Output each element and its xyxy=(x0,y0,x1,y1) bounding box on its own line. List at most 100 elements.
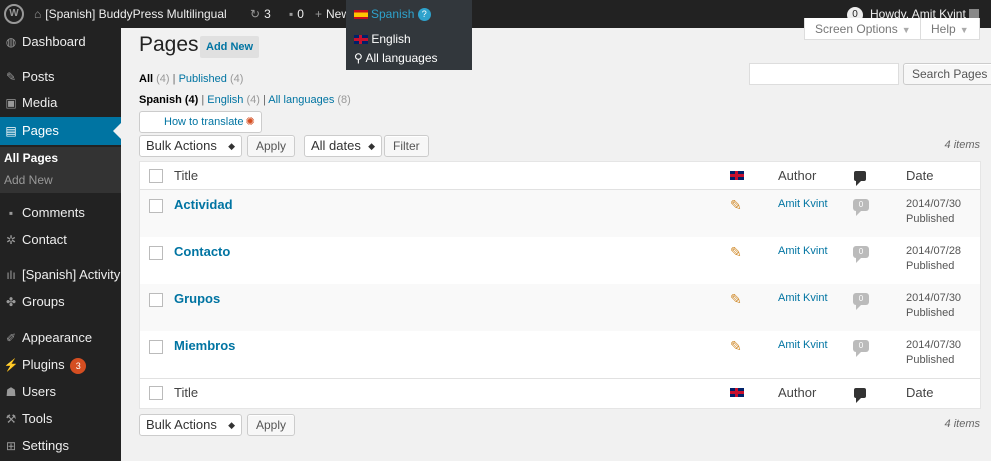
date-cell: 2014/07/30 Published xyxy=(906,339,962,366)
page-title-link[interactable]: Contacto xyxy=(174,244,230,259)
pencil-edit-icon[interactable]: ✎ xyxy=(730,291,742,308)
sidebar-item-media[interactable]: ▣ Media xyxy=(0,90,121,116)
status-filter-links: All (4) | Published (4) xyxy=(139,73,244,85)
pin-icon: ✎ xyxy=(5,70,17,84)
home-icon: ⌂ xyxy=(34,7,42,21)
select-arrows-icon: ◆ xyxy=(368,141,375,151)
date-cell: 2014/07/30 Published xyxy=(906,292,962,319)
sidebar-item-plugins[interactable]: ⚡ Plugins 3 xyxy=(0,352,121,378)
pencil-edit-icon[interactable]: ✎ xyxy=(730,244,742,261)
how-to-translate-button[interactable]: How to translate ✺ xyxy=(139,111,262,133)
language-option-all[interactable]: ⚲ All languages xyxy=(354,49,464,68)
select-arrows-icon: ◆ xyxy=(228,420,235,430)
sidebar-item-users[interactable]: ☗ Users xyxy=(0,379,121,405)
new-content-link[interactable]: + New xyxy=(315,0,350,28)
comment-count-bubble[interactable]: 0 xyxy=(853,293,869,310)
comment-count-bubble[interactable]: 0 xyxy=(853,199,869,216)
author-link[interactable]: Amit Kvint xyxy=(778,245,828,257)
filter-all[interactable]: All xyxy=(139,73,153,85)
apply-button-bottom[interactable]: Apply xyxy=(247,414,296,436)
tools-icon: ⚒ xyxy=(5,412,17,426)
sidebar-item-pages[interactable]: ▤ Pages xyxy=(0,117,121,145)
help-tab[interactable]: Help ▼ xyxy=(920,18,980,40)
add-new-button[interactable]: Add New xyxy=(200,36,260,58)
submenu-add-new[interactable]: Add New xyxy=(0,169,121,191)
author-link[interactable]: Amit Kvint xyxy=(778,198,828,210)
updates-link[interactable]: ↻ 3 xyxy=(250,0,271,28)
row-checkbox[interactable] xyxy=(149,199,163,213)
sidebar-item-dashboard[interactable]: ◍ Dashboard xyxy=(0,29,121,55)
author-link[interactable]: Amit Kvint xyxy=(778,292,828,304)
column-date[interactable]: Date xyxy=(906,168,933,183)
comment-count-bubble[interactable]: 0 xyxy=(853,246,869,263)
comment-count-bubble[interactable]: 0 xyxy=(853,340,869,357)
media-icon: ▣ xyxy=(5,96,17,110)
language-option-english[interactable]: English xyxy=(354,30,464,49)
table-row: Miembros ✎ Amit Kvint 0 2014/07/30 Publis… xyxy=(140,331,980,378)
search-pages-button[interactable]: Search Pages xyxy=(903,63,991,85)
lang-filter-all[interactable]: All languages xyxy=(268,94,334,106)
pencil-edit-icon[interactable]: ✎ xyxy=(730,338,742,355)
language-column-flag xyxy=(730,167,744,182)
table-row: Actividad ✎ Amit Kvint 0 2014/07/30 Publi… xyxy=(140,190,980,237)
page-title-link[interactable]: Actividad xyxy=(174,197,233,212)
column-author: Author xyxy=(778,168,817,183)
column-title[interactable]: Title xyxy=(174,385,198,400)
comment-icon[interactable] xyxy=(854,171,870,186)
sidebar-item-activity[interactable]: ılı [Spanish] Activity xyxy=(0,262,121,288)
sidebar-item-comments[interactable]: ▪ Comments xyxy=(0,200,121,226)
comment-icon: ▪ xyxy=(8,206,14,220)
pages-submenu: All Pages Add New xyxy=(0,147,121,193)
apply-button[interactable]: Apply xyxy=(247,135,296,157)
page-title-link[interactable]: Grupos xyxy=(174,291,220,306)
contact-icon: ✲ xyxy=(5,233,17,247)
pencil-edit-icon[interactable]: ✎ xyxy=(730,197,742,214)
select-all-checkbox[interactable] xyxy=(149,169,163,183)
dates-select[interactable]: All dates ◆ xyxy=(304,135,382,157)
plugins-update-badge: 3 xyxy=(70,357,87,374)
comment-icon[interactable] xyxy=(854,388,870,403)
spanish-flag-icon xyxy=(354,10,368,20)
table-row: Grupos ✎ Amit Kvint 0 2014/07/30 Publishe… xyxy=(140,284,980,331)
author-link[interactable]: Amit Kvint xyxy=(778,339,828,351)
language-column-flag xyxy=(730,384,744,399)
row-checkbox[interactable] xyxy=(149,246,163,260)
bulk-actions-select-bottom[interactable]: Bulk Actions ◆ xyxy=(139,414,242,436)
updates-icon: ↻ xyxy=(250,7,261,21)
language-dropdown: English ⚲ All languages xyxy=(346,28,472,70)
bulk-actions-select[interactable]: Bulk Actions ◆ xyxy=(139,135,242,157)
sidebar-item-appearance[interactable]: ✐ Appearance xyxy=(0,325,121,351)
sidebar-item-groups[interactable]: ✤ Groups xyxy=(0,289,121,315)
submenu-all-pages[interactable]: All Pages xyxy=(0,147,121,169)
sidebar-item-tools[interactable]: ⚒ Tools xyxy=(0,406,121,432)
lang-filter-spanish[interactable]: Spanish xyxy=(139,94,182,106)
groups-icon: ✤ xyxy=(5,295,17,309)
plus-icon: + xyxy=(315,7,323,21)
filter-published[interactable]: Published xyxy=(179,73,227,85)
language-switcher[interactable]: Spanish ? xyxy=(346,0,472,28)
sidebar-item-settings[interactable]: ⊞ Settings xyxy=(0,433,121,459)
select-arrows-icon: ◆ xyxy=(228,141,235,151)
row-checkbox[interactable] xyxy=(149,340,163,354)
filter-button[interactable]: Filter xyxy=(384,135,429,157)
pages-table: Title Author Date Actividad ✎ Amit Kvint… xyxy=(139,161,981,409)
column-date[interactable]: Date xyxy=(906,385,933,400)
sidebar-item-contact[interactable]: ✲ Contact xyxy=(0,227,121,253)
page-title-link[interactable]: Miembros xyxy=(174,338,235,353)
sidebar-item-posts[interactable]: ✎ Posts xyxy=(0,64,121,90)
uk-flag-icon xyxy=(730,388,744,398)
screen-options-tab[interactable]: Screen Options ▼ xyxy=(804,18,922,40)
table-row: Contacto ✎ Amit Kvint 0 2014/07/28 Publis… xyxy=(140,237,980,284)
column-title[interactable]: Title xyxy=(174,168,198,183)
uk-flag-icon xyxy=(730,171,744,181)
row-checkbox[interactable] xyxy=(149,293,163,307)
lang-filter-english[interactable]: English xyxy=(207,94,243,106)
comments-link[interactable]: ▪ 0 xyxy=(289,0,304,28)
wordpress-logo-icon[interactable]: W xyxy=(4,4,24,24)
date-cell: 2014/07/30 Published xyxy=(906,198,962,225)
select-all-checkbox[interactable] xyxy=(149,386,163,400)
search-input[interactable] xyxy=(749,63,899,85)
help-icon: ? xyxy=(417,8,431,22)
comment-icon: ▪ xyxy=(289,7,294,21)
site-name-link[interactable]: ⌂ [Spanish] BuddyPress Multilingual xyxy=(34,0,227,28)
